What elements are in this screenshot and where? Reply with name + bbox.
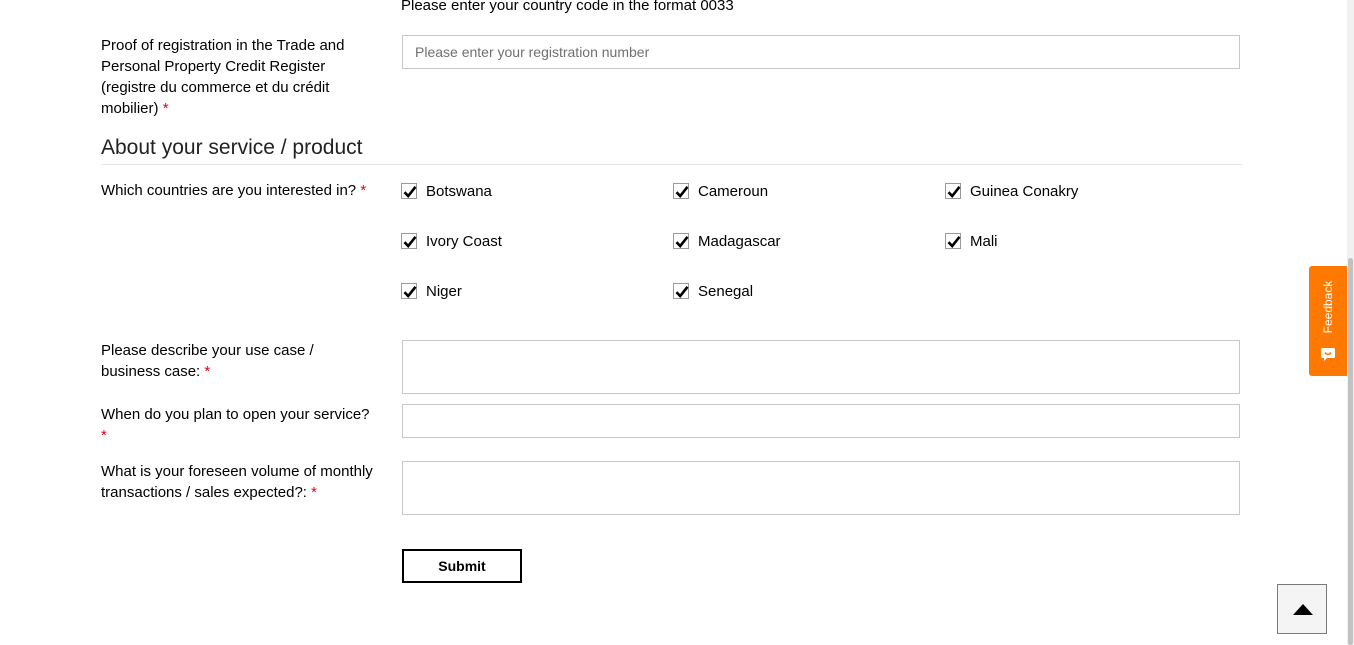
checkbox-box[interactable] xyxy=(401,183,417,199)
registration-label: Proof of registration in the Trade and P… xyxy=(101,35,376,119)
check-icon xyxy=(947,185,961,198)
scrollbar-thumb[interactable] xyxy=(1348,258,1353,645)
checkbox-box[interactable] xyxy=(673,283,689,299)
check-icon xyxy=(675,235,689,248)
checkbox-label: Botswana xyxy=(426,182,492,200)
checkbox-box[interactable] xyxy=(673,183,689,199)
check-icon xyxy=(403,235,417,248)
checkbox-label: Cameroun xyxy=(698,182,769,200)
arrow-up-icon xyxy=(1293,604,1313,615)
submit-button[interactable]: Submit xyxy=(402,549,522,583)
use-case-textarea[interactable] xyxy=(402,340,1240,394)
checkbox-box[interactable] xyxy=(401,233,417,249)
checkbox-guinea-conakry[interactable]: Guinea Conakry xyxy=(945,181,1078,201)
required-marker: * xyxy=(162,100,169,117)
scroll-to-top-button[interactable] xyxy=(1277,584,1327,634)
checkbox-ivory-coast[interactable]: Ivory Coast xyxy=(401,231,502,251)
checkbox-senegal[interactable]: Senegal xyxy=(673,281,753,301)
check-icon xyxy=(947,235,961,248)
volume-textarea[interactable] xyxy=(402,461,1240,515)
open-date-input[interactable] xyxy=(402,404,1240,438)
checkbox-label: Ivory Coast xyxy=(426,232,502,250)
checkbox-botswana[interactable]: Botswana xyxy=(401,181,492,201)
check-icon xyxy=(675,285,689,298)
required-marker: * xyxy=(204,363,211,380)
check-icon xyxy=(403,285,417,298)
registration-number-input[interactable] xyxy=(402,35,1240,69)
check-icon xyxy=(403,185,417,198)
feedback-smile-icon xyxy=(1321,348,1335,361)
checkbox-label: Senegal xyxy=(698,282,754,300)
volume-label-text: What is your foreseen volume of monthly … xyxy=(101,463,373,501)
checkbox-box[interactable] xyxy=(945,233,961,249)
checkbox-cameroun[interactable]: Cameroun xyxy=(673,181,768,201)
checkbox-niger[interactable]: Niger xyxy=(401,281,462,301)
required-marker: * xyxy=(101,427,107,444)
use-case-label: Please describe your use case / business… xyxy=(101,340,376,382)
checkbox-label: Madagascar xyxy=(698,232,781,250)
checkbox-box[interactable] xyxy=(401,283,417,299)
checkbox-label: Mali xyxy=(970,232,998,250)
open-date-label-text: When do you plan to open your service? xyxy=(101,406,370,423)
scrollbar[interactable] xyxy=(1347,0,1354,645)
country-code-hint: Please enter your country code in the fo… xyxy=(401,0,734,14)
feedback-tab[interactable]: Feedback xyxy=(1309,266,1347,376)
section-title: About your service / product xyxy=(101,136,363,159)
checkbox-box[interactable] xyxy=(673,233,689,249)
countries-label: Which countries are you interested in? * xyxy=(101,180,376,201)
checkbox-box[interactable] xyxy=(945,183,961,199)
volume-label: What is your foreseen volume of monthly … xyxy=(101,461,376,503)
check-icon xyxy=(675,185,689,198)
checkbox-label: Guinea Conakry xyxy=(970,182,1079,200)
registration-label-text: Proof of registration in the Trade and P… xyxy=(101,37,345,117)
section-divider xyxy=(101,164,1242,165)
checkbox-label: Niger xyxy=(426,282,462,300)
required-marker: * xyxy=(360,182,367,199)
countries-label-text: Which countries are you interested in? xyxy=(101,182,357,199)
checkbox-madagascar[interactable]: Madagascar xyxy=(673,231,781,251)
feedback-label: Feedback xyxy=(1321,280,1335,334)
required-marker: * xyxy=(311,484,317,501)
open-date-label: When do you plan to open your service? * xyxy=(101,404,376,446)
checkbox-mali[interactable]: Mali xyxy=(945,231,998,251)
